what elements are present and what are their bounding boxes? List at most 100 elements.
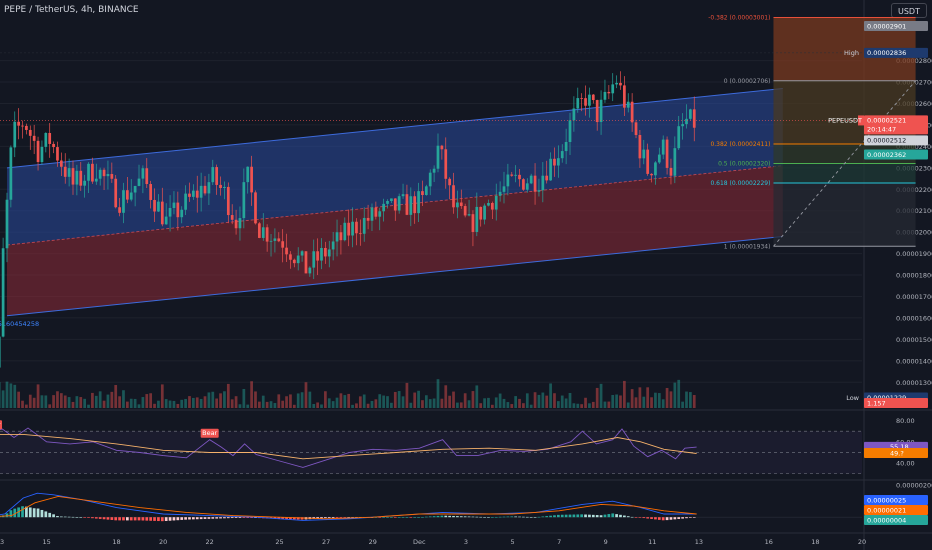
volume-bar [560,395,564,408]
fib-level-label: 0.382 (0.00002411) [710,141,770,148]
volume-bar [331,401,335,408]
volume-bar [355,403,358,408]
volume-bar [83,398,87,408]
y-tick-label: 0.00001800 [896,272,932,280]
volume-bar [48,404,52,408]
candle-body [339,232,343,241]
candle-body [184,193,187,210]
candle-body [642,149,646,159]
candle-body [525,183,529,190]
macd-histogram-bar [327,517,331,518]
macd-histogram-bar [619,514,622,518]
volume-bar [541,392,545,408]
volume-bar [219,393,222,408]
volume-bar [180,399,184,408]
volume-bar [553,393,556,408]
candle-body [490,202,494,210]
macd-histogram-bar [545,516,549,518]
candle-body [681,124,684,127]
macd-histogram-bar [79,517,83,518]
candle-body [440,145,444,150]
volume-bar [358,396,362,408]
macd-histogram-bar [525,516,529,518]
macd-histogram-bar [615,514,618,518]
volume-bar [638,387,642,408]
candle-body [133,185,137,193]
macd-histogram-bar [432,516,436,518]
macd-histogram-bar [692,517,696,518]
signal-value-tag: 0.00000021 [867,506,906,514]
macd-histogram-bar [556,514,560,518]
candle-body [269,240,273,242]
macd-histogram-bar [634,517,638,518]
volume-bar [281,400,285,408]
candle-body [199,185,203,198]
volume-bar [409,402,413,408]
volume-bar [506,402,510,408]
price-chart[interactable]: 0.000028000.000027000.000026000.00002500… [0,0,932,550]
y-tick-label: 0.00001300 [896,379,932,387]
candle-body [327,249,331,257]
macd-histogram-bar [646,517,650,519]
x-tick-label: Dec [413,538,426,546]
candle-body [75,170,79,185]
candle-body [71,168,75,185]
macd-histogram-bar [669,517,673,520]
macd-histogram-bar [32,508,36,518]
macd-histogram-bar [157,517,160,522]
macd-histogram-bar [153,517,156,521]
candle-body [40,146,44,163]
candle-body [463,206,467,216]
fib-zone [773,183,916,247]
macd-histogram-bar [494,516,498,518]
candle-body [467,214,471,216]
candle-body [13,121,17,148]
volume-bar [545,395,549,408]
volume-bar [157,400,160,408]
candle-body [638,135,642,159]
volume-bar [44,395,48,408]
low-label: Low [846,394,859,402]
macd-histogram-bar [184,517,187,520]
macd-histogram-bar [75,517,79,518]
candle-body [452,185,455,208]
volume-bar [265,401,269,408]
candle-body [203,185,207,194]
macd-histogram-bar [114,517,118,521]
candle-body [98,169,102,179]
macd-histogram-bar [242,517,246,518]
x-tick-label: 5 [510,538,514,546]
candle-body [17,121,20,126]
macd-histogram-bar [386,517,389,518]
rsi-tick-label: 40.00 [896,460,915,468]
candle-body [91,163,94,182]
volume-bar [378,394,382,408]
volume-bar [324,391,327,408]
volume-bar [277,394,281,408]
candle-body [483,205,486,220]
candle-body [619,82,622,86]
volume-bar [393,391,397,408]
y-tick-label: 0.00001400 [896,357,932,365]
macd-histogram-bar [230,517,234,519]
volume-bar [343,395,347,408]
candle-body [580,98,584,99]
volume-bar [133,398,137,408]
volume-bar [125,401,129,408]
x-tick-label: 20 [858,538,866,546]
macd-histogram-bar [390,517,393,518]
volume-bar [436,379,440,408]
candle-body [673,148,677,176]
volume-bar [199,398,203,408]
candle-body [634,122,638,136]
candle-body [281,241,285,248]
candle-body [59,160,63,167]
candle-body [304,251,308,274]
candle-body [176,202,180,218]
volume-bar [118,396,121,408]
volume-bar [110,391,114,408]
x-tick-label: 13 [695,538,703,546]
candle-body [599,99,603,123]
last-symbol-tag: PEPEUSDT [828,117,862,125]
macd-histogram-bar [584,514,587,518]
